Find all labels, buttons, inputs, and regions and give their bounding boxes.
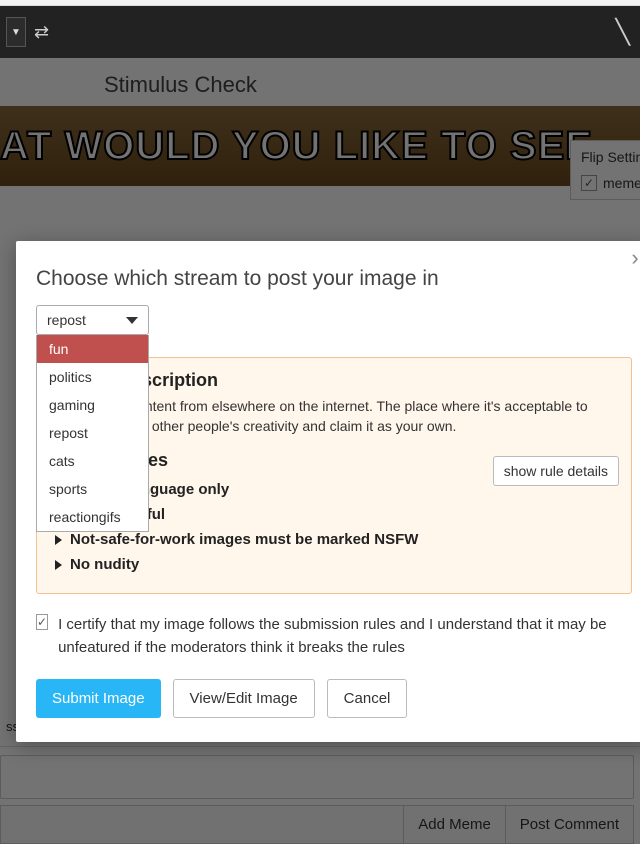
stream-option-cats[interactable]: cats bbox=[37, 447, 148, 475]
view-edit-image-button[interactable]: View/Edit Image bbox=[173, 679, 315, 718]
stream-option-fun[interactable]: fun bbox=[37, 335, 148, 363]
page-body: Stimulus Check AT WOULD YOU LIKE TO SEE … bbox=[0, 58, 640, 844]
toolbar-dropdown[interactable]: ▼ bbox=[6, 17, 26, 47]
menu-icon[interactable]: ╲ bbox=[616, 18, 634, 47]
modal-title: Choose which stream to post your image i… bbox=[36, 267, 632, 291]
certify-text: I certify that my image follows the subm… bbox=[58, 614, 632, 659]
cancel-button[interactable]: Cancel bbox=[327, 679, 408, 718]
rule-text: Not-safe-for-work images must be marked … bbox=[70, 531, 418, 548]
stream-option-politics[interactable]: politics bbox=[37, 363, 148, 391]
certify-row[interactable]: ✓ I certify that my image follows the su… bbox=[36, 614, 632, 659]
stream-option-sports[interactable]: sports bbox=[37, 475, 148, 503]
stream-select-modal: › Choose which stream to post your image… bbox=[16, 241, 640, 742]
certify-checkbox[interactable]: ✓ bbox=[36, 614, 48, 630]
chevron-down-icon: ▼ bbox=[11, 27, 21, 38]
rule-item[interactable]: No nudity bbox=[53, 552, 615, 577]
app-toolbar: ▼ ⇄ ╲ bbox=[0, 6, 640, 58]
stream-select-value: repost bbox=[47, 312, 86, 328]
rule-text: No nudity bbox=[70, 556, 139, 573]
chevron-down-icon bbox=[126, 317, 138, 324]
close-icon[interactable]: › bbox=[624, 247, 640, 269]
arrow-right-icon bbox=[55, 560, 62, 570]
stream-select-button[interactable]: repost bbox=[36, 305, 149, 335]
stream-option-repost[interactable]: repost bbox=[37, 419, 148, 447]
submit-image-button[interactable]: Submit Image bbox=[36, 679, 161, 718]
stream-option-gaming[interactable]: gaming bbox=[37, 391, 148, 419]
stream-select[interactable]: repost fun politics gaming repost cats s… bbox=[36, 305, 149, 335]
shuffle-icon[interactable]: ⇄ bbox=[34, 22, 62, 43]
arrow-right-icon bbox=[55, 535, 62, 545]
stream-dropdown: fun politics gaming repost cats sports r… bbox=[36, 335, 149, 532]
show-rule-details-button[interactable]: show rule details bbox=[493, 456, 619, 486]
modal-actions: Submit Image View/Edit Image Cancel bbox=[36, 679, 632, 718]
stream-option-reactiongifs[interactable]: reactiongifs bbox=[37, 503, 148, 531]
